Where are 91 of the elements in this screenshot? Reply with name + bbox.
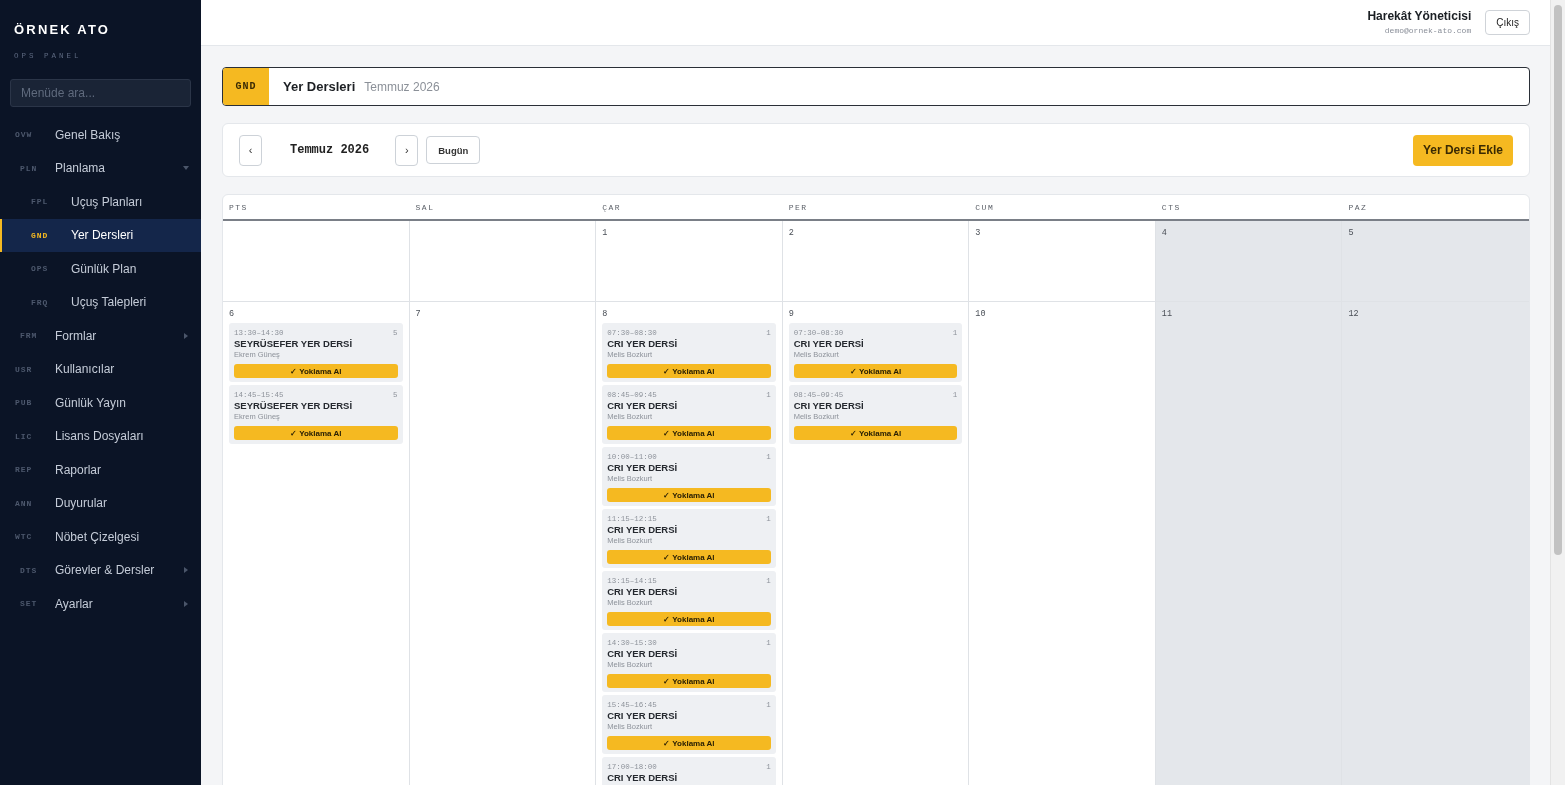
nav-item[interactable]: PUB Günlük Yayın: [0, 386, 201, 420]
nav-code: FRQ: [31, 297, 50, 307]
attendance-button[interactable]: ✓ Yoklama Al: [607, 550, 771, 564]
nav-code: PLN: [20, 163, 39, 173]
event-title: CRI YER DERSİ: [793, 338, 864, 350]
logout-button[interactable]: Çıkış: [1485, 10, 1530, 35]
attendance-button[interactable]: ✓ Yoklama Al: [234, 426, 398, 440]
brand-title: ÖRNEK ATO: [13, 22, 112, 38]
weekday-label: CTS: [1160, 202, 1182, 212]
weekday-label: PTS: [228, 202, 249, 212]
weekday-label: CUM: [974, 202, 996, 212]
event-title: SEYRÜSEFER YER DERSİ: [234, 400, 353, 412]
day-number: 9: [788, 309, 794, 319]
nav-item[interactable]: OVW Genel Bakış: [0, 118, 201, 152]
weekday-label: ÇAR: [601, 202, 623, 212]
attendance-button[interactable]: ✓ Yoklama Al: [607, 488, 771, 502]
event-title: CRI YER DERSİ: [607, 338, 678, 350]
day-number: 12: [1348, 309, 1359, 319]
weekday-label: PAZ: [1347, 202, 1369, 212]
nav-code: SET: [20, 599, 39, 609]
nav-item[interactable]: PLN Planlama: [0, 151, 201, 185]
caret-icon: [184, 567, 188, 574]
nav-item[interactable]: LIC Lisans Dosyaları: [0, 419, 201, 453]
nav-code: OVW: [15, 130, 34, 140]
day-number: 10: [975, 309, 986, 319]
search-field[interactable]: Menüde ara...: [10, 79, 191, 107]
event-title: CRI YER DERSİ: [793, 400, 864, 412]
today-button[interactable]: Bugün: [426, 136, 481, 164]
nav-item[interactable]: REP Raporlar: [0, 453, 201, 487]
day-number: 1: [602, 228, 608, 238]
event-title: CRI YER DERSİ: [607, 462, 678, 474]
event-title: CRI YER DERSİ: [607, 648, 678, 660]
nav-item[interactable]: DTS Görevler & Dersler: [0, 553, 201, 587]
caret-icon: [184, 332, 188, 339]
nav-code: DTS: [20, 565, 39, 575]
nav-code: FRM: [20, 331, 39, 341]
nav-code: USR: [15, 364, 34, 374]
scrollbar-thumb[interactable]: [1554, 5, 1562, 555]
nav-item[interactable]: ANN Duyurular: [0, 486, 201, 520]
attendance-button[interactable]: ✓ Yoklama Al: [607, 364, 771, 378]
attendance-button[interactable]: ✓ Yoklama Al: [234, 364, 398, 378]
nav-code: ANN: [15, 498, 34, 508]
weekday-label: PER: [787, 202, 809, 212]
weekday-label: SAL: [414, 202, 436, 212]
nav-item[interactable]: SET Ayarlar: [0, 587, 201, 621]
nav-code: WTC: [15, 532, 34, 542]
section-badge: GND: [223, 68, 269, 105]
day-number: 4: [1161, 228, 1167, 238]
caret-icon: [183, 166, 189, 171]
next-button[interactable]: ›: [395, 134, 419, 166]
prev-button[interactable]: ‹: [239, 134, 262, 166]
caret-icon: [184, 600, 188, 607]
nav-code: LIC: [15, 431, 34, 441]
page-title: Yer Dersleri: [283, 79, 356, 94]
nav-item[interactable]: OPS Günlük Plan: [0, 252, 201, 286]
day-number: 6: [229, 309, 235, 319]
nav-code: FPL: [31, 197, 50, 207]
nav-code: PUB: [15, 398, 34, 408]
nav-code: OPS: [31, 264, 50, 274]
day-number: 8: [602, 309, 608, 319]
attendance-button[interactable]: ✓ Yoklama Al: [793, 426, 958, 440]
event-title: CRI YER DERSİ: [607, 524, 678, 536]
attendance-button[interactable]: ✓ Yoklama Al: [607, 736, 771, 750]
event-title: CRI YER DERSİ: [607, 772, 678, 784]
nav-item[interactable]: FRM Formlar: [0, 319, 201, 353]
day-number: 2: [788, 228, 794, 238]
nav-item[interactable]: WTC Nöbet Çizelgesi: [0, 520, 201, 554]
add-lesson-button[interactable]: Yer Dersi Ekle: [1412, 134, 1513, 166]
event-title: SEYRÜSEFER YER DERSİ: [234, 338, 353, 350]
nav-code: GND: [31, 230, 50, 240]
event-title: CRI YER DERSİ: [607, 710, 678, 722]
day-number: 5: [1348, 228, 1354, 238]
day-number: 11: [1161, 309, 1173, 319]
nav-item[interactable]: GND Yer Dersleri: [0, 218, 201, 252]
nav-item[interactable]: USR Kullanıcılar: [0, 352, 201, 386]
month-label: Temmuz 2026: [290, 143, 370, 157]
event-title: CRI YER DERSİ: [607, 586, 678, 598]
day-number: 3: [975, 228, 981, 238]
attendance-button[interactable]: ✓ Yoklama Al: [607, 612, 771, 626]
day-number: 7: [415, 309, 421, 319]
user-email: demo@ornek-ato.com: [1384, 26, 1472, 36]
attendance-button[interactable]: ✓ Yoklama Al: [607, 674, 771, 688]
page-subtitle: Temmuz 2026: [364, 79, 440, 94]
scrollbar-track[interactable]: [1550, 0, 1565, 785]
attendance-button[interactable]: ✓ Yoklama Al: [607, 426, 771, 440]
user-name: Harekât Yöneticisi: [1367, 9, 1472, 23]
event-title: CRI YER DERSİ: [607, 400, 678, 412]
nav-code: REP: [15, 465, 34, 475]
nav-item[interactable]: FRQ Uçuş Talepleri: [0, 285, 201, 319]
nav-item[interactable]: FPL Uçuş Planları: [0, 185, 201, 219]
attendance-button[interactable]: ✓ Yoklama Al: [793, 364, 958, 378]
